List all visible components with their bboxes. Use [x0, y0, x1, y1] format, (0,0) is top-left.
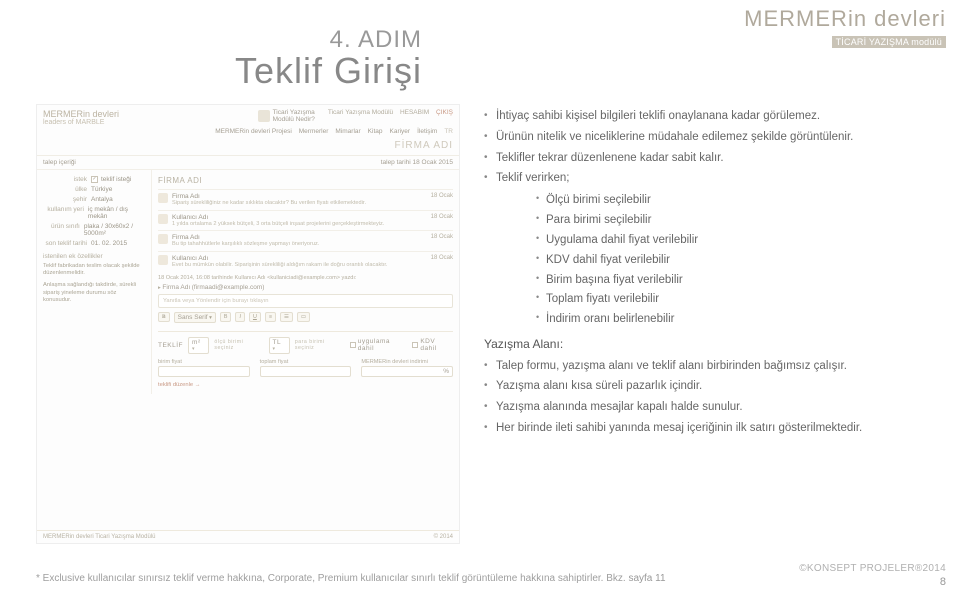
- request-sidebar: istek✓teklif isteği ülkeTürkiye şehirAnt…: [37, 170, 152, 394]
- message-item[interactable]: Kullanıcı Adı1 yılda ortalama 2 yüksek b…: [158, 210, 453, 231]
- copyright: ©KONSEPT PROJELER®2014: [799, 563, 946, 574]
- link-logout[interactable]: ÇIKIŞ: [436, 109, 453, 116]
- editor-toolbar: B Sans Serif ▾ B I U ≡ ☰ ▭: [158, 312, 453, 323]
- unit-select[interactable]: m² ▾: [188, 337, 209, 354]
- sub-bullet: Birim başına fiyat verilebilir: [536, 272, 934, 290]
- reply-box[interactable]: Yanıtla veya Yönlendir için burayı tıkla…: [158, 294, 453, 308]
- request-label: talep içeriği: [43, 159, 76, 166]
- edit-offer-link[interactable]: teklifi düzenle →: [158, 382, 201, 388]
- request-header: talep içeriği talep tarihi 18 Ocak 2015: [37, 156, 459, 170]
- module-icon: [258, 110, 270, 122]
- side-note: Anlaşma sağlandığı takdirde, sürekli sip…: [43, 282, 145, 304]
- image-icon[interactable]: ▭: [297, 312, 310, 322]
- footnote: * Exclusive kullanıcılar sınırsız teklif…: [36, 573, 666, 584]
- discount-input[interactable]: %: [361, 366, 453, 377]
- app-footer: MERMERin devleri Ticari Yazışma Modülü ©…: [37, 530, 459, 543]
- checkbox-app-included[interactable]: uygulama dahil: [350, 338, 408, 352]
- bullet: Talep formu, yazışma alanı ve teklif ala…: [484, 358, 934, 376]
- sub-bullet: KDV dahil fiyat verilebilir: [536, 252, 934, 270]
- nav-item[interactable]: İletişim: [417, 128, 437, 135]
- bullet: Her birinde ileti sahibi yanında mesaj i…: [484, 420, 934, 438]
- page-footer-right: ©KONSEPT PROJELER®2014 8: [799, 563, 946, 588]
- nav-item[interactable]: Kariyer: [390, 128, 411, 135]
- module-badge[interactable]: Ticari Yazışma Modülü Nedir?: [258, 109, 315, 123]
- step-title: Teklif Girişi: [0, 50, 422, 92]
- sub-bullet: Uygulama dahil fiyat verilebilir: [536, 232, 934, 250]
- side-subhead: istenilen ek özellikler: [43, 253, 145, 260]
- feature-bullets: İhtiyaç sahibi kişisel bilgileri teklifi…: [484, 108, 934, 441]
- link-account[interactable]: HESABIM: [400, 109, 429, 116]
- side-note: Teklif fabrikadan teslim olacak şekilde …: [43, 263, 145, 277]
- offer-header: TEKLİF m² ▾ ölçü birimi seçiniz TL ▾ par…: [158, 331, 453, 354]
- avatar-icon: [158, 214, 168, 224]
- total-price-input[interactable]: [260, 366, 352, 377]
- link-module[interactable]: Ticari Yazışma Modülü: [328, 109, 393, 116]
- bullet: İhtiyaç sahibi kişisel bilgileri teklifi…: [484, 108, 934, 126]
- brand-block: MERMERin devleri TİCARİ YAZIŞMA modülü: [744, 6, 946, 50]
- message-item[interactable]: Kullanıcı AdıEvet bu mümkün olabilir. Si…: [158, 251, 453, 272]
- bold-button[interactable]: B: [158, 312, 170, 322]
- bullet: Yazışma alanı kısa süreli pazarlık içind…: [484, 378, 934, 396]
- message-item[interactable]: Firma AdıSipariş sürekliliğiniz ne kadar…: [158, 189, 453, 210]
- avatar-icon: [158, 255, 168, 265]
- app-screenshot: MERMERin devleri leaders of MARBLE Ticar…: [36, 104, 460, 544]
- bullet: Teklifler tekrar düzenlenene kadar sabit…: [484, 150, 934, 168]
- message-item[interactable]: Firma AdıBu tip tahahhütlerle karşılıklı…: [158, 230, 453, 251]
- page-number: 8: [799, 576, 946, 588]
- bullet: Ürünün nitelik ve niceliklerine müdahale…: [484, 129, 934, 147]
- bullet: Teklif verirken; Ölçü birimi seçilebilir…: [484, 170, 934, 329]
- reply-placeholder: Yanıtla veya Yönlendir için burayı tıkla…: [163, 298, 448, 304]
- sub-bullet: İndirim oranı belirlenebilir: [536, 311, 934, 329]
- nav-lang[interactable]: TR: [444, 128, 453, 135]
- sub-bullet: Ölçü birimi seçilebilir: [536, 192, 934, 210]
- main-nav: MERMERin devleri Projesi Mermerler Mimar…: [37, 128, 459, 138]
- header-links: Ticari Yazışma Modülü HESABIM ÇIKIŞ: [323, 109, 453, 116]
- fmt-underline[interactable]: U: [249, 312, 261, 322]
- avatar-icon: [158, 234, 168, 244]
- thread-heading: FİRMA ADI: [158, 176, 453, 185]
- bullet: Yazışma alanında mesajlar kapalı halde s…: [484, 399, 934, 417]
- footnote-link[interactable]: sayfa 11: [628, 573, 665, 584]
- section-heading: Yazışma Alanı:: [484, 335, 934, 354]
- checkbox-icon: ✓: [91, 176, 98, 183]
- firm-heading: FİRMA ADI: [37, 138, 459, 156]
- unit-price-input[interactable]: [158, 366, 250, 377]
- avatar-icon: [158, 193, 168, 203]
- thread-main: FİRMA ADI Firma AdıSipariş sürekliliğini…: [152, 170, 459, 394]
- list-icon[interactable]: ≡: [265, 312, 276, 322]
- sub-bullet: Toplam fiyatı verilebilir: [536, 291, 934, 309]
- nav-item[interactable]: MERMERin devleri Projesi: [215, 128, 292, 135]
- brand-module-tag: TİCARİ YAZIŞMA modülü: [832, 36, 946, 48]
- font-select[interactable]: Sans Serif ▾: [174, 312, 216, 323]
- sub-bullet: Para birimi seçilebilir: [536, 212, 934, 230]
- list-num-icon[interactable]: ☰: [280, 312, 293, 322]
- app-logo: MERMERin devleri leaders of MARBLE: [43, 109, 119, 126]
- brand-title: MERMERin devleri: [744, 6, 946, 32]
- reply-from: ▸ Firma Adı (firmaadi@example.com): [158, 284, 453, 291]
- nav-item[interactable]: Mermerler: [299, 128, 329, 135]
- currency-select[interactable]: TL ▾: [269, 337, 290, 354]
- fmt-bold[interactable]: B: [220, 312, 232, 322]
- quote-line: 18 Ocak 2014, 16:08 tarihinde Kullanıcı …: [158, 275, 453, 281]
- step-heading: 4. ADIM Teklif Girişi: [0, 26, 440, 92]
- fmt-italic[interactable]: I: [235, 312, 245, 322]
- nav-item[interactable]: Kitap: [368, 128, 383, 135]
- checkbox-vat-included[interactable]: KDV dahil: [412, 338, 453, 352]
- nav-item[interactable]: Mimarlar: [335, 128, 360, 135]
